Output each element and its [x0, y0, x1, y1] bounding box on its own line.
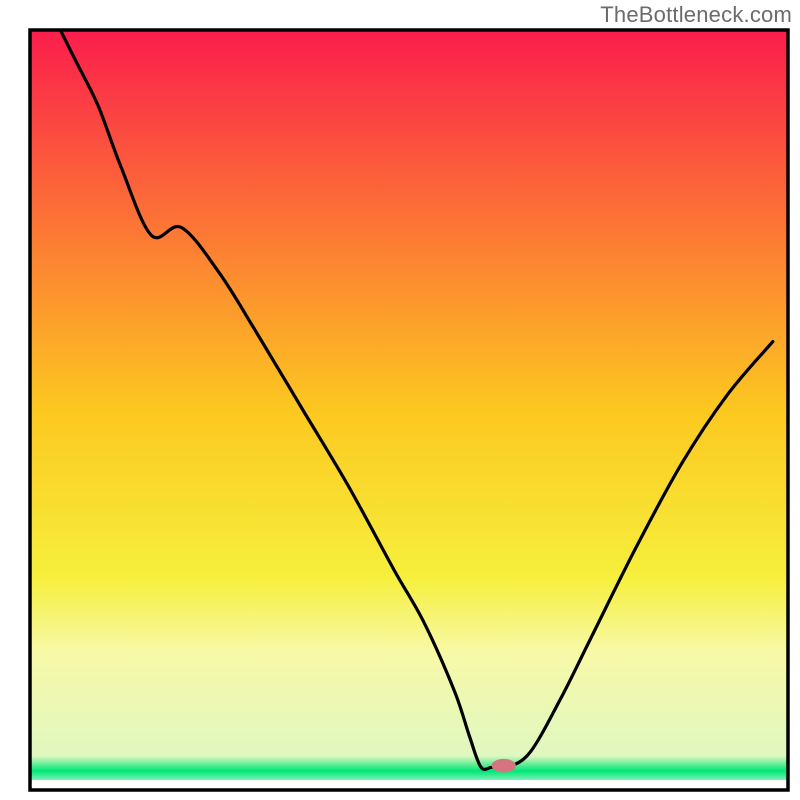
sweet-spot-marker: [492, 759, 516, 773]
attribution-text: TheBottleneck.com: [600, 2, 792, 28]
chart-background: [30, 30, 788, 790]
chart-container: TheBottleneck.com: [0, 0, 800, 800]
bottleneck-chart: [0, 0, 800, 800]
